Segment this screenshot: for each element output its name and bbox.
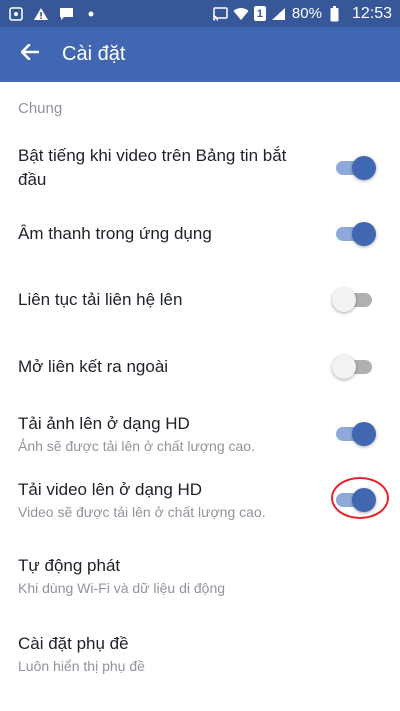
- toggle-switch[interactable]: [332, 287, 376, 313]
- cast-icon: [212, 6, 228, 22]
- setting-title: Tải video lên ở dạng HD: [18, 480, 203, 499]
- setting-captions[interactable]: Cài đặt phụ đề Luôn hiển thị phụ đề: [0, 628, 400, 680]
- toggle-switch[interactable]: [332, 354, 376, 380]
- setting-title: Âm thanh trong ứng dụng: [18, 224, 212, 243]
- toggle-switch[interactable]: [332, 155, 376, 181]
- setting-upload-videos-hd[interactable]: Tải video lên ở dạng HD Video sẽ được tả…: [0, 474, 400, 526]
- setting-in-app-sound[interactable]: Âm thanh trong ứng dụng: [0, 208, 400, 260]
- setting-title: Tải ảnh lên ở dạng HD: [18, 414, 190, 433]
- setting-subtitle: Video sẽ được tải lên ở chất lượng cao.: [18, 504, 266, 520]
- setting-title: Liên tục tải liên hệ lên: [18, 290, 183, 309]
- setting-continuous-contact-upload[interactable]: Liên tục tải liên hệ lên: [0, 274, 400, 326]
- sim-1-icon: 1: [253, 6, 266, 21]
- back-button[interactable]: [0, 27, 60, 82]
- battery-icon: [327, 5, 343, 22]
- setting-upload-photos-hd[interactable]: Tải ảnh lên ở dạng HD Ảnh sẽ được tải lê…: [0, 408, 400, 460]
- message-icon: [58, 6, 74, 22]
- setting-autoplay[interactable]: Tự động phát Khi dùng Wi-Fi và dữ liệu d…: [0, 550, 400, 602]
- status-bar: 1 80% 12:53: [0, 0, 400, 27]
- dot-icon: [83, 6, 99, 22]
- setting-title: Cài đặt phụ đề: [18, 634, 129, 653]
- signal-icon: [271, 6, 287, 22]
- setting-autoplay-sound[interactable]: Bật tiếng khi video trên Bảng tin bắt đầ…: [0, 138, 400, 198]
- toggle-switch[interactable]: [332, 487, 376, 513]
- section-header: Chung: [18, 99, 63, 117]
- toggle-switch[interactable]: [332, 421, 376, 447]
- settings-list: Chung: [0, 82, 400, 132]
- page-title: Cài đặt: [62, 43, 126, 65]
- setting-title: Mở liên kết ra ngoài: [18, 357, 169, 376]
- app-bar: Cài đặt: [0, 27, 400, 82]
- setting-subtitle: Khi dùng Wi-Fi và dữ liệu di động: [18, 580, 226, 596]
- notification-icon: [8, 6, 24, 22]
- setting-subtitle: Luôn hiển thị phụ đề: [18, 658, 145, 674]
- clock: 12:53: [351, 4, 392, 22]
- wifi-icon: [233, 6, 249, 22]
- arrow-left-icon: [20, 43, 40, 65]
- setting-title: Tự động phát: [18, 556, 121, 575]
- toggle-switch[interactable]: [332, 221, 376, 247]
- setting-subtitle: Ảnh sẽ được tải lên ở chất lượng cao.: [18, 438, 255, 454]
- battery-percent: 80%: [291, 5, 322, 22]
- warning-icon: [33, 6, 49, 22]
- setting-title: Bật tiếng khi video trên Bảng tin bắt đầ…: [18, 146, 287, 189]
- setting-open-links-externally[interactable]: Mở liên kết ra ngoài: [0, 341, 400, 393]
